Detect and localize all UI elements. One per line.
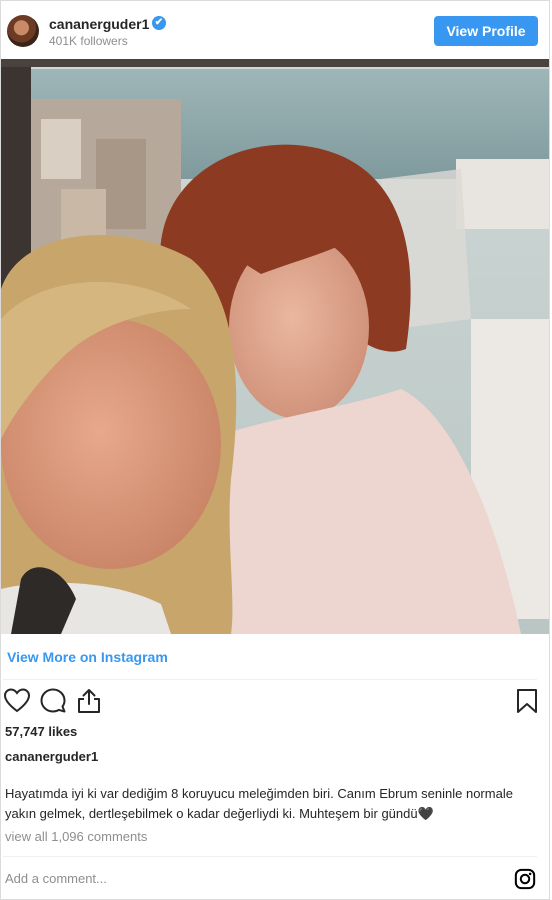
like-button[interactable] (3, 687, 31, 715)
likes-count[interactable]: 57,747 likes (5, 724, 77, 739)
followers-count: 401K followers (49, 34, 128, 48)
instagram-icon[interactable] (514, 868, 536, 890)
divider (3, 856, 537, 857)
terrace-table (456, 159, 549, 229)
share-button[interactable] (75, 687, 103, 715)
share-icon (78, 689, 100, 713)
username-link[interactable]: cananerguder1 (49, 16, 149, 32)
add-comment-input[interactable]: Add a comment... (5, 871, 107, 886)
view-all-comments-link[interactable]: view all 1,096 comments (5, 829, 147, 844)
post-caption: Hayatımda iyi ki var dediğim 8 koruyucu … (5, 786, 513, 821)
post-photo[interactable] (1, 59, 550, 634)
view-more-link[interactable]: View More on Instagram (7, 649, 168, 665)
view-profile-button[interactable]: View Profile (434, 16, 538, 46)
avatar[interactable] (7, 15, 39, 47)
instagram-embed-card: cananerguder1 ✔ 401K followers View Prof… (0, 0, 550, 900)
comment-icon (40, 688, 66, 713)
comment-button[interactable] (39, 687, 67, 715)
verified-badge-icon: ✔ (152, 16, 166, 30)
post-header: cananerguder1 ✔ 401K followers View Prof… (1, 1, 549, 59)
heart-icon (3, 688, 31, 713)
caption-username[interactable]: cananerguder1 (5, 749, 98, 764)
divider (3, 679, 537, 680)
bookmark-icon (517, 689, 537, 713)
save-button[interactable] (513, 687, 541, 715)
